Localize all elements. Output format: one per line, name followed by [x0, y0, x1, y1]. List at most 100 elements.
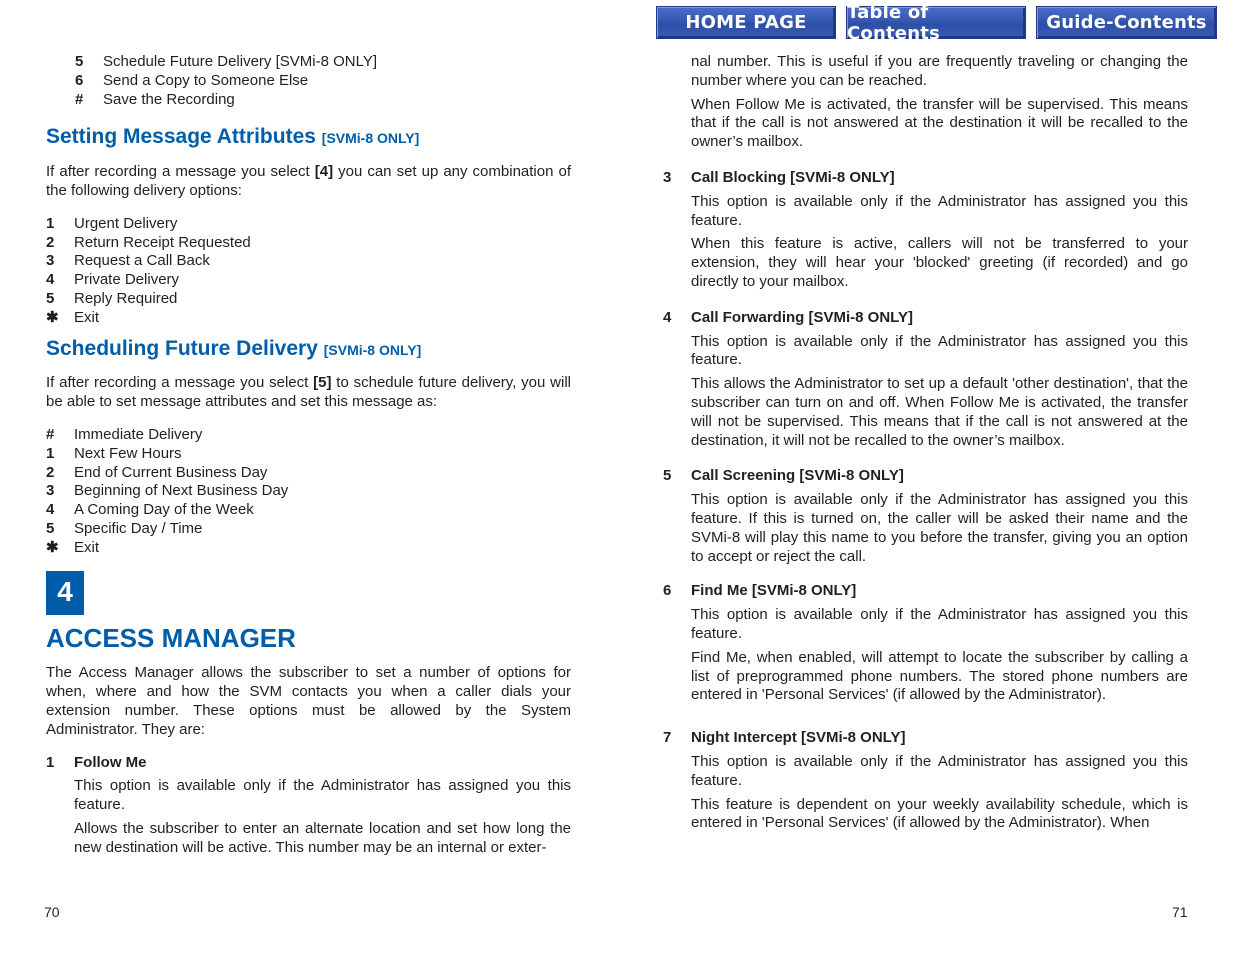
item-paragraph: This option is available only if the Adm…	[691, 606, 1188, 642]
item-heading: 4 Call Forwarding [SVMi-8 ONLY]	[663, 309, 1188, 328]
item-body: This option is available only if the Adm…	[663, 606, 1188, 705]
list-key: 5	[46, 519, 55, 537]
item-body: This option is available only if the Adm…	[46, 777, 571, 857]
asterisk-icon: ✱	[46, 538, 59, 556]
table-of-contents-button[interactable]: Table of Contents	[846, 2, 1026, 44]
delivery-options-list: 1 Urgent Delivery 2 Return Receipt Request…	[46, 215, 571, 328]
list-item: 5 Specific Day / Time	[46, 520, 571, 539]
chapter-number-badge: 4	[46, 570, 84, 615]
list-text: Save the Recording	[103, 90, 235, 108]
list-text: Schedule Future Delivery [SVMi-8 ONLY]	[103, 53, 377, 70]
heading-text: Setting Message Attributes	[46, 125, 316, 149]
access-item-call-screening: 5 Call Screening [SVMi-8 ONLY] This optio…	[663, 467, 1188, 566]
item-number: 6	[663, 582, 672, 600]
list-item: 6 Send a Copy to Someone Else	[75, 72, 571, 91]
heading-tag: [SVMi-8 ONLY]	[321, 130, 420, 147]
list-text: Return Receipt Requested	[74, 233, 251, 251]
page-number-right: 71	[1172, 904, 1188, 920]
chapter-title: ACCESS MANAGER	[46, 622, 296, 653]
right-page: nal number. This is useful if you are fr…	[663, 53, 1188, 833]
heading-text: Scheduling Future Delivery	[46, 336, 318, 360]
item-paragraph: This option is available only if the Adm…	[691, 491, 1188, 565]
section-heading-scheduling: Scheduling Future Delivery [SVMi-8 ONLY]	[46, 336, 571, 360]
list-text: Immediate Delivery	[74, 425, 203, 443]
list-key: 2	[46, 463, 55, 481]
item-paragraph: This option is available only if the Adm…	[74, 777, 571, 814]
list-key: #	[75, 90, 84, 108]
item-paragraph: This allows the Administrator to set up …	[691, 375, 1188, 449]
item-paragraph: Allows the subscriber to enter an altern…	[74, 819, 571, 856]
list-key: 4	[46, 271, 55, 289]
item-body: This option is available only if the Adm…	[663, 491, 1188, 566]
asterisk-icon: ✱	[46, 308, 59, 326]
list-text: End of Current Business Day	[74, 463, 268, 481]
item-paragraph: This feature is dependent on your weekly…	[691, 795, 1188, 832]
list-key: 6	[75, 71, 84, 89]
list-item: 3 Request a Call Back	[46, 252, 571, 271]
list-item: # Immediate Delivery	[46, 426, 571, 445]
access-item-follow-me: 1 Follow Me This option is available only…	[46, 754, 571, 858]
list-key: #	[46, 425, 55, 443]
list-text: Exit	[74, 538, 100, 556]
access-item-night-intercept: 7 Night Intercept [SVMi-8 ONLY] This opti…	[663, 729, 1188, 833]
list-item: 4 Private Delivery	[46, 271, 571, 290]
list-key: 3	[46, 252, 55, 270]
list-item: # Save the Recording	[75, 91, 571, 110]
recording-options-list: 5 Schedule Future Delivery [SVMi-8 ONLY] …	[46, 53, 571, 109]
item-title: Night Intercept [SVMi-8 ONLY]	[691, 729, 906, 747]
item-number: 4	[663, 308, 672, 326]
list-text: Next Few Hours	[74, 444, 182, 462]
list-key: 3	[46, 482, 55, 500]
item-paragraph: This option is available only if the Adm…	[691, 752, 1188, 789]
list-text: Exit	[74, 308, 100, 326]
intro-key: [5]	[313, 374, 332, 392]
attributes-intro: If after recording a message you select …	[46, 163, 571, 201]
list-item: 1 Urgent Delivery	[46, 215, 571, 234]
item-number: 5	[663, 467, 672, 485]
list-item: 1 Next Few Hours	[46, 445, 571, 464]
list-text: Beginning of Next Business Day	[74, 482, 289, 500]
item-number: 3	[663, 168, 672, 186]
intro-text: If after recording a message you select	[46, 163, 315, 181]
list-text: Reply Required	[74, 289, 178, 307]
list-text: Urgent Delivery	[74, 214, 178, 232]
list-item: 5 Reply Required	[46, 290, 571, 309]
list-key: 5	[75, 53, 84, 70]
item-paragraph: When Follow Me is activated, the transfe…	[691, 95, 1188, 151]
item-heading: 6 Find Me [SVMi-8 ONLY]	[663, 582, 1188, 601]
item-paragraph: nal number. This is useful if you are fr…	[691, 53, 1188, 89]
item-paragraph: This option is available only if the Adm…	[691, 332, 1188, 369]
home-page-button[interactable]: HOME PAGE	[656, 6, 836, 39]
follow-me-continued: nal number. This is useful if you are fr…	[663, 53, 1188, 152]
item-heading: 3 Call Blocking [SVMi-8 ONLY]	[663, 169, 1188, 188]
list-item: 2 Return Receipt Requested	[46, 234, 571, 253]
list-text: Send a Copy to Someone Else	[103, 71, 309, 89]
item-body: This option is available only if the Adm…	[663, 193, 1188, 292]
item-title: Find Me [SVMi-8 ONLY]	[691, 582, 857, 600]
list-text: Request a Call Back	[74, 252, 210, 270]
schedule-options-list: # Immediate Delivery 1 Next Few Hours 2 End…	[46, 426, 571, 558]
list-key: 1	[46, 214, 55, 232]
item-title: Follow Me	[74, 753, 147, 771]
intro-key: [4]	[314, 163, 334, 181]
list-item: ✱ Exit	[46, 539, 571, 558]
item-number: 1	[46, 753, 55, 771]
list-item: ✱ Exit	[46, 309, 571, 328]
section-heading-attributes: Setting Message Attributes [SVMi-8 ONLY]	[46, 125, 571, 149]
item-title: Call Screening [SVMi-8 ONLY]	[691, 467, 904, 485]
guide-contents-button[interactable]: Guide-Contents	[1036, 6, 1217, 39]
list-key: 2	[46, 233, 55, 251]
list-text: Specific Day / Time	[74, 519, 203, 537]
list-text: Private Delivery	[74, 271, 180, 289]
item-heading: 7 Night Intercept [SVMi-8 ONLY]	[663, 729, 1188, 748]
intro-text: If after recording a message you select	[46, 374, 314, 392]
item-heading: 1 Follow Me	[46, 754, 571, 773]
item-body: This option is available only if the Adm…	[663, 753, 1188, 833]
item-title: Call Forwarding [SVMi-8 ONLY]	[691, 308, 913, 326]
list-item: 2 End of Current Business Day	[46, 464, 571, 483]
list-item: 3 Beginning of Next Business Day	[46, 482, 571, 501]
list-item: 5 Schedule Future Delivery [SVMi-8 ONLY]	[75, 53, 571, 72]
list-key: 4	[46, 501, 55, 519]
item-paragraph: This option is available only if the Adm…	[691, 192, 1188, 229]
item-paragraph: When this feature is active, callers wil…	[691, 235, 1188, 290]
